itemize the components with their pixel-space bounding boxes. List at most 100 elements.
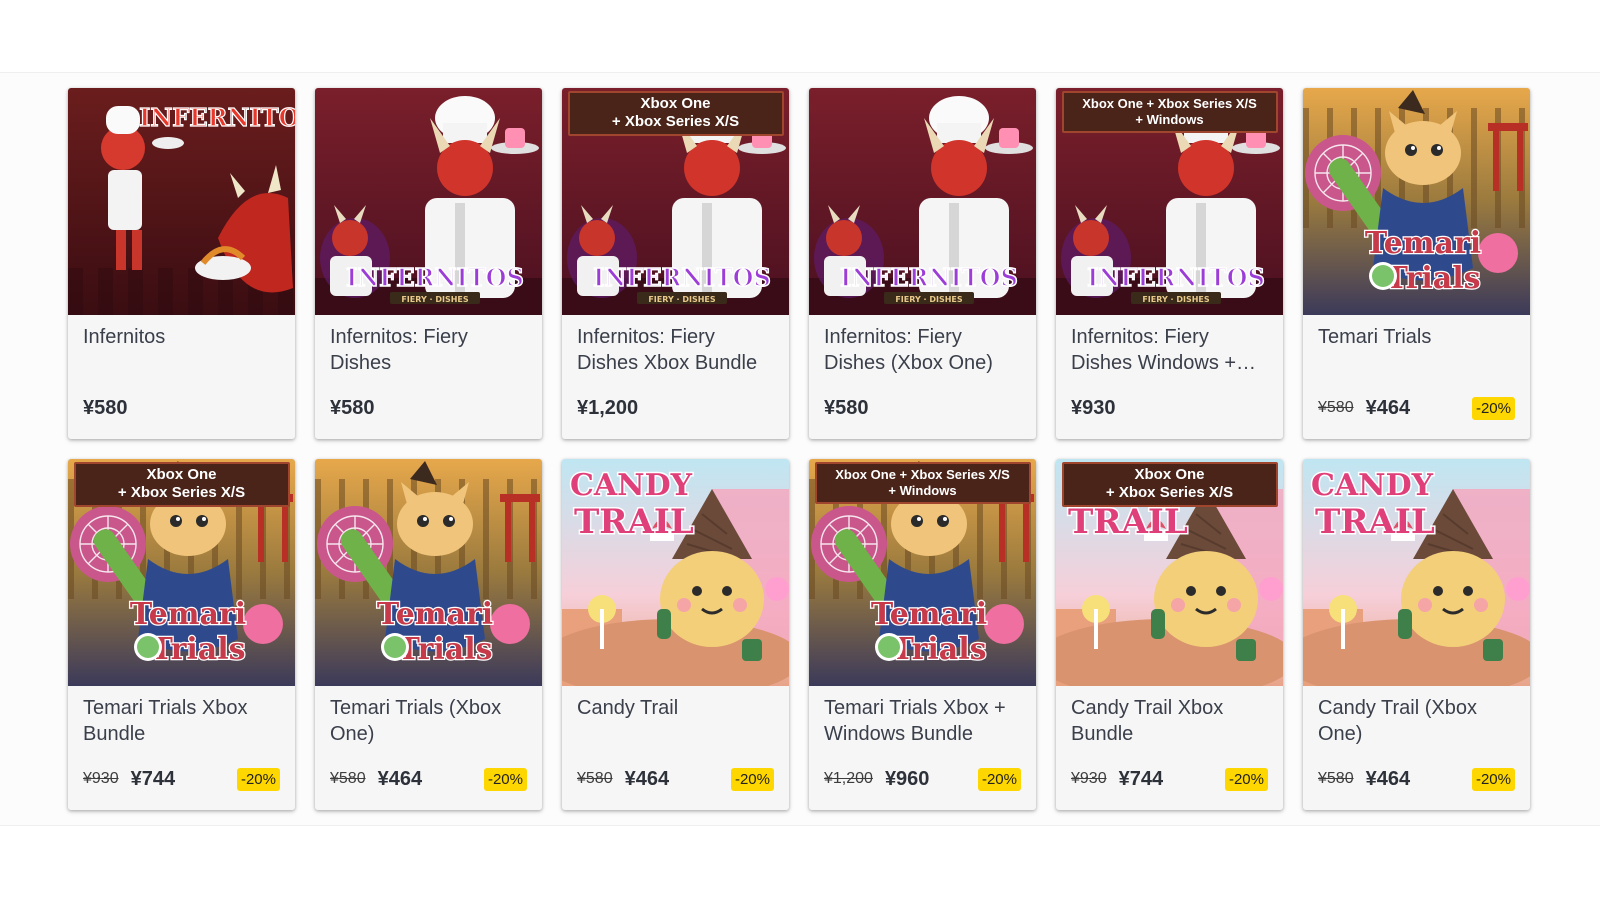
product-card[interactable]: CANDY TRAIL Candy Trail (Xbox One) ¥580 … xyxy=(1303,459,1530,810)
discount-badge: -20% xyxy=(236,767,280,791)
product-card[interactable]: INFERNITOS FIERY · DISHES Infernitos: Fi… xyxy=(809,88,1036,439)
product-title: Infernitos xyxy=(83,326,166,348)
price-row: ¥580 ¥464 -20% xyxy=(330,765,527,793)
svg-text:INFERNITOS: INFERNITOS xyxy=(593,263,771,292)
current-price: ¥1,200 xyxy=(577,396,639,419)
product-card[interactable]: Temari Trials Xbox One + Xbox Series X/S… xyxy=(68,459,295,810)
product-card[interactable]: CANDY TRAIL Candy Trail ¥580 ¥464 -20% xyxy=(562,459,789,810)
price-row: ¥930 ¥744 -20% xyxy=(1071,765,1268,793)
svg-text:INFERNITOS: INFERNITOS xyxy=(139,103,295,132)
svg-text:CANDY: CANDY xyxy=(570,468,693,503)
svg-text:INFERNITOS: INFERNITOS xyxy=(1087,263,1265,292)
svg-text:INFERNITOS: INFERNITOS xyxy=(840,263,1018,292)
current-price: ¥580 xyxy=(824,396,869,419)
svg-text:Temari: Temari xyxy=(130,597,246,632)
current-price: ¥464 xyxy=(1365,396,1411,419)
product-card[interactable]: Temari Trials Temari Trials ¥580 ¥464 -2… xyxy=(1303,88,1530,439)
product-card[interactable]: INFERNITOS Infernitos ¥580 xyxy=(68,88,295,439)
svg-text:Temari: Temari xyxy=(871,597,987,632)
price-row: ¥580 xyxy=(330,394,527,422)
price-row: ¥580 ¥464 -20% xyxy=(1318,765,1515,793)
product-title: Candy Trail Xbox Bundle xyxy=(1071,697,1224,745)
current-price: ¥744 xyxy=(130,767,176,790)
original-price: ¥930 xyxy=(83,770,119,787)
current-price: ¥464 xyxy=(377,767,423,790)
original-price: ¥930 xyxy=(1071,770,1107,787)
current-price: ¥744 xyxy=(1118,767,1164,790)
price-row: ¥930 ¥744 -20% xyxy=(83,765,280,793)
product-title: Temari Trials xyxy=(1318,326,1432,348)
original-price: ¥580 xyxy=(1318,399,1354,416)
platform-banner: Xbox One + Xbox Series X/S + Windows xyxy=(814,462,1031,504)
price-row: ¥930 xyxy=(1071,394,1268,422)
svg-text:FIERY · DISHES: FIERY · DISHES xyxy=(401,295,469,304)
svg-text:FIERY · DISHES: FIERY · DISHES xyxy=(1142,295,1210,304)
svg-text:Trials: Trials xyxy=(891,632,986,667)
game-cover-art: CANDY TRAIL xyxy=(562,459,789,686)
product-card[interactable]: Temari Trials Xbox One + Xbox Series X/S… xyxy=(809,459,1036,810)
game-cover-art: Temari Trials xyxy=(1303,88,1530,315)
game-cover-art: INFERNITOS FIERY · DISHES xyxy=(315,88,542,315)
price-row: ¥1,200 xyxy=(577,394,774,422)
game-cover-art: Temari Trials Xbox One + Xbox Series X/S xyxy=(68,459,295,686)
svg-text:Temari: Temari xyxy=(377,597,493,632)
current-price: ¥930 xyxy=(1071,396,1116,419)
product-title: Infernitos: Fiery Dishes xyxy=(330,326,468,374)
price-row: ¥580 ¥464 -20% xyxy=(577,765,774,793)
game-cover-art: Temari Trials Xbox One + Xbox Series X/S… xyxy=(809,459,1036,686)
product-title: Temari Trials Xbox Bundle xyxy=(83,697,248,745)
svg-text:Trials: Trials xyxy=(397,632,492,667)
discount-badge: -20% xyxy=(1471,396,1515,420)
platform-banner: Xbox One + Xbox Series X/S xyxy=(567,91,784,136)
product-card[interactable]: Temari Trials Temari Trials (Xbox One) ¥… xyxy=(315,459,542,810)
product-title: Infernitos: Fiery Dishes Windows +… xyxy=(1071,326,1257,374)
game-cover-art: INFERNITOS xyxy=(68,88,295,315)
original-price: ¥1,200 xyxy=(824,770,873,787)
discount-badge: -20% xyxy=(977,767,1021,791)
svg-text:TRAIL: TRAIL xyxy=(574,502,694,542)
game-cover-art: CANDY TRAIL xyxy=(1303,459,1530,686)
product-card[interactable]: CANDY TRAIL Xbox One + Xbox Series X/S C… xyxy=(1056,459,1283,810)
current-price: ¥580 xyxy=(83,396,128,419)
svg-text:TRAIL: TRAIL xyxy=(1315,502,1435,542)
game-cover-art: INFERNITOS FIERY · DISHES Xbox One + Xbo… xyxy=(1056,88,1283,315)
product-title: Infernitos: Fiery Dishes (Xbox One) xyxy=(824,326,993,374)
product-title: Temari Trials Xbox + Windows Bundle xyxy=(824,697,1006,745)
discount-badge: -20% xyxy=(730,767,774,791)
original-price: ¥580 xyxy=(1318,770,1354,787)
product-title: Infernitos: Fiery Dishes Xbox Bundle xyxy=(577,326,758,374)
svg-text:CANDY: CANDY xyxy=(1311,468,1434,503)
product-card[interactable]: INFERNITOS FIERY · DISHES Xbox One + Xbo… xyxy=(562,88,789,439)
svg-text:Trials: Trials xyxy=(1385,261,1480,296)
product-title: Candy Trail xyxy=(577,697,679,719)
svg-text:TRAIL: TRAIL xyxy=(1068,502,1188,542)
product-card[interactable]: INFERNITOS FIERY · DISHES Xbox One + Xbo… xyxy=(1056,88,1283,439)
svg-text:FIERY · DISHES: FIERY · DISHES xyxy=(648,295,716,304)
original-price: ¥580 xyxy=(330,770,366,787)
svg-text:Trials: Trials xyxy=(150,632,245,667)
game-cover-art: INFERNITOS FIERY · DISHES xyxy=(809,88,1036,315)
price-row: ¥1,200 ¥960 -20% xyxy=(824,765,1021,793)
product-grid: INFERNITOS Infernitos ¥580 xyxy=(68,88,1530,810)
game-cover-art: Temari Trials xyxy=(315,459,542,686)
svg-text:FIERY · DISHES: FIERY · DISHES xyxy=(895,295,963,304)
platform-banner: Xbox One + Xbox Series X/S xyxy=(1061,462,1278,507)
current-price: ¥464 xyxy=(624,767,670,790)
product-card[interactable]: INFERNITOS FIERY · DISHES Infernitos: Fi… xyxy=(315,88,542,439)
discount-badge: -20% xyxy=(1224,767,1268,791)
platform-banner: Xbox One + Xbox Series X/S + Windows xyxy=(1061,91,1278,133)
current-price: ¥960 xyxy=(884,767,930,790)
product-title: Temari Trials (Xbox One) xyxy=(330,697,502,745)
price-row: ¥580 xyxy=(83,394,280,422)
platform-banner: Xbox One + Xbox Series X/S xyxy=(73,462,290,507)
game-cover-art: CANDY TRAIL Xbox One + Xbox Series X/S xyxy=(1056,459,1283,686)
original-price: ¥580 xyxy=(577,770,613,787)
product-title: Candy Trail (Xbox One) xyxy=(1318,697,1477,745)
discount-badge: -20% xyxy=(1471,767,1515,791)
price-row: ¥580 xyxy=(824,394,1021,422)
current-price: ¥464 xyxy=(1365,767,1411,790)
svg-text:INFERNITOS: INFERNITOS xyxy=(346,263,524,292)
game-cover-art: INFERNITOS FIERY · DISHES Xbox One + Xbo… xyxy=(562,88,789,315)
current-price: ¥580 xyxy=(330,396,375,419)
price-row: ¥580 ¥464 -20% xyxy=(1318,394,1515,422)
